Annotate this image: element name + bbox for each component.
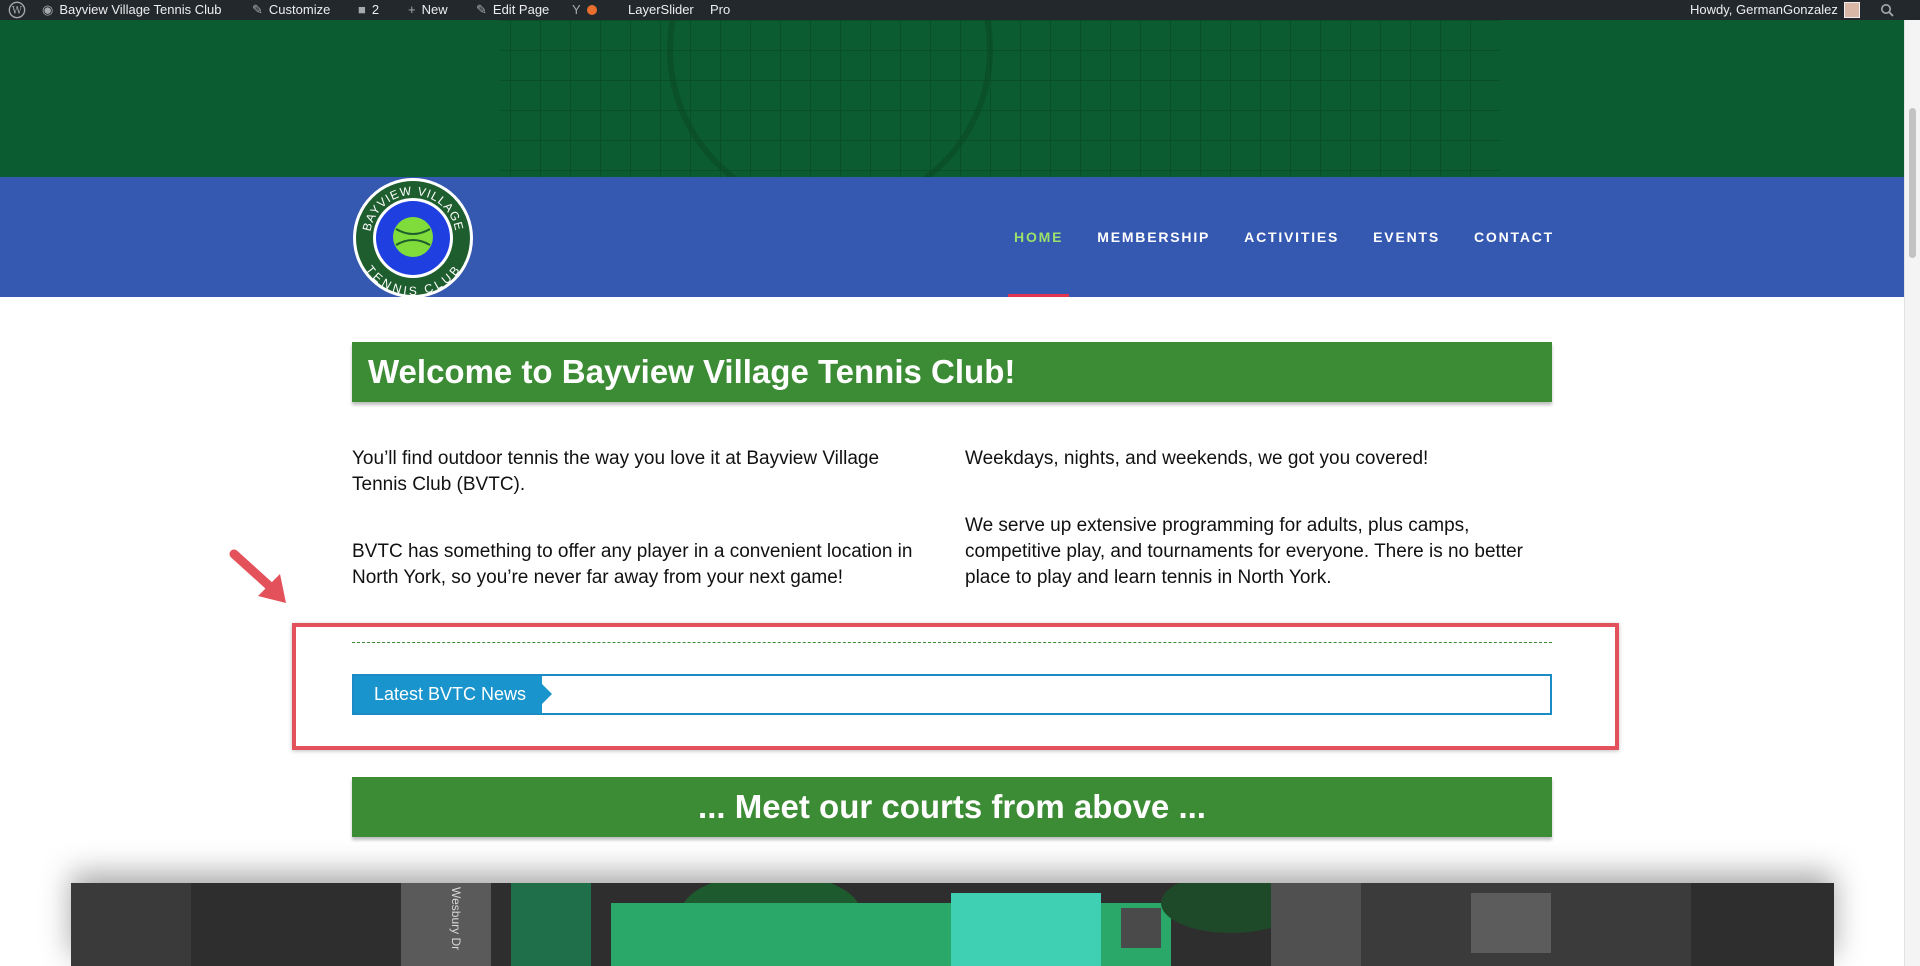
nav-item-contact[interactable]: CONTACT [1474,177,1554,297]
customize-label: Customize [268,2,331,17]
intro-left-paragraph-1: You’ll find outdoor tennis the way you l… [352,448,880,495]
admin-bar-comments[interactable]: ■ 2 [358,0,379,20]
intro-right-paragraph-2: We serve up extensive programming for ad… [965,515,1523,588]
hero-background [0,20,1904,177]
admin-bar-pro[interactable]: Pro [710,0,730,20]
nav-item-membership[interactable]: MEMBERSHIP [1097,177,1210,297]
admin-bar-layerslider[interactable]: LayerSlider [628,0,694,20]
intro-right-column: Weekdays, nights, and weekends, we got y… [965,446,1545,632]
admin-bar-edit-page[interactable]: ✎ Edit Page [476,0,549,20]
admin-bar-site-name[interactable]: ◉ Bayview Village Tennis Club [42,0,221,20]
admin-bar-yoast[interactable]: Y [572,0,597,20]
intro-left-paragraph-2: BVTC has something to offer any player i… [352,541,913,588]
admin-bar: W ◉ Bayview Village Tennis Club ✎ Custom… [0,0,1920,20]
yoast-icon: Y [572,2,581,17]
welcome-title: Welcome to Bayview Village Tennis Club! [352,342,1552,402]
annotation-arrow-icon [229,549,286,603]
club-logo[interactable]: BAYVIEW VILLAGE TENNIS CLUB [352,177,474,299]
comment-icon: ■ [358,2,366,17]
annotation-highlight-box [292,623,1619,750]
scrollbar-thumb[interactable] [1909,108,1916,258]
comments-count: 2 [371,2,380,17]
intro-right-paragraph-1: Weekdays, nights, and weekends, we got y… [965,448,1429,469]
admin-bar-account[interactable]: Howdy, GermanGonzalez [1690,0,1860,20]
admin-bar-new[interactable]: + New [408,0,448,20]
courts-title: ... Meet our courts from above ... [352,777,1552,837]
main-nav: HOME MEMBERSHIP ACTIVITIES EVENTS CONTAC… [1008,177,1554,297]
edit-page-label: Edit Page [492,2,550,17]
nav-item-activities[interactable]: ACTIVITIES [1244,177,1339,297]
nav-item-events[interactable]: EVENTS [1373,177,1440,297]
admin-bar-customize[interactable]: ✎ Customize [252,0,330,20]
seo-status-dot [586,5,597,15]
aerial-courts-image: Wesbury Dr [71,883,1834,966]
plus-icon: + [408,2,416,17]
intro-left-column: You’ll find outdoor tennis the way you l… [352,446,932,632]
new-label: New [421,2,448,17]
wordpress-logo-icon[interactable]: W [8,0,26,20]
page-scrollbar[interactable] [1904,20,1920,966]
dashboard-icon: ◉ [42,2,54,17]
greeting-label: Howdy, GermanGonzalez [1690,2,1838,17]
avatar [1843,2,1860,18]
site-name-label: Bayview Village Tennis Club [59,2,222,17]
brush-icon: ✎ [252,2,263,17]
aerial-street-label: Wesbury Dr [449,887,463,951]
svg-text:W: W [12,6,23,17]
pro-label: Pro [710,2,731,17]
layerslider-label: LayerSlider [628,2,694,17]
pencil-icon: ✎ [476,2,487,17]
nav-item-home[interactable]: HOME [1008,177,1070,297]
search-icon[interactable] [1880,0,1894,20]
site-header: BAYVIEW VILLAGE TENNIS CLUB HOME MEMBERS… [0,177,1904,299]
